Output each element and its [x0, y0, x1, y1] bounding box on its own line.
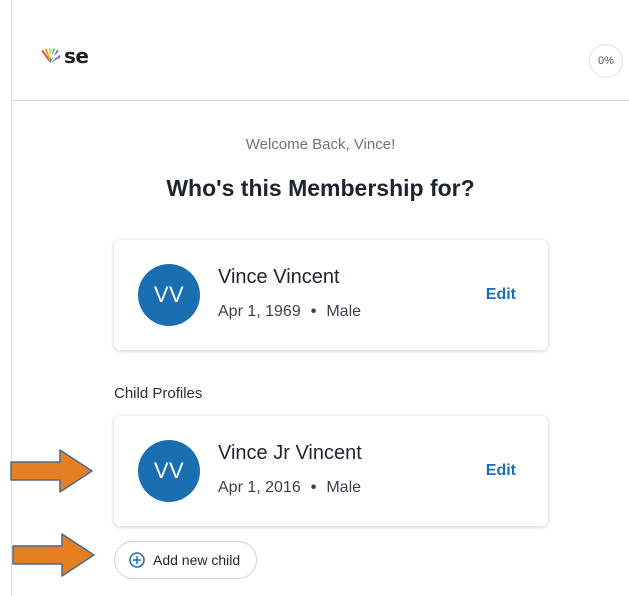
welcome-message: Welcome Back, Vince! — [245, 136, 396, 153]
meta-separator: • — [310, 479, 317, 496]
child-profiles-heading: Child Profiles — [114, 385, 203, 402]
plus-circle-icon — [129, 552, 145, 568]
avatar: VV — [138, 440, 200, 502]
brand-logo[interactable]: se — [39, 44, 89, 68]
child-profile-card[interactable]: VV Vince Jr Vincent Apr 1, 2016 • Male E… — [114, 416, 548, 526]
avatar: VV — [138, 264, 200, 326]
profile-gender: Male — [326, 479, 362, 496]
primary-profile-card[interactable]: VV Vince Vincent Apr 1, 1969 • Male Edit — [114, 240, 548, 350]
edit-child-profile-button[interactable]: Edit — [486, 462, 516, 480]
add-new-child-button[interactable]: Add new child — [114, 541, 258, 579]
profile-birthdate: Apr 1, 1969 — [218, 303, 301, 320]
header: se 0% — [12, 0, 629, 101]
profile-meta: Apr 1, 2016 • Male — [218, 479, 361, 497]
profile-gender: Male — [326, 303, 362, 320]
profile-birthdate: Apr 1, 2016 — [218, 479, 301, 496]
add-new-child-label: Add new child — [153, 552, 241, 568]
arrow-right-icon — [12, 533, 95, 577]
profile-name: Vince Jr Vincent — [218, 442, 362, 464]
peacock-icon — [41, 48, 61, 63]
meta-separator: • — [310, 303, 317, 320]
page: se 0% Welcome Back, Vince! Who's this Me… — [0, 0, 629, 596]
edit-primary-profile-button[interactable]: Edit — [486, 286, 516, 304]
profile-name: Vince Vincent — [218, 266, 340, 288]
profile-meta: Apr 1, 1969 • Male — [218, 303, 361, 321]
arrow-right-icon — [10, 449, 93, 493]
progress-badge: 0% — [589, 44, 623, 78]
logo-text: se — [64, 44, 89, 68]
page-title: Who's this Membership for? — [166, 175, 475, 201]
